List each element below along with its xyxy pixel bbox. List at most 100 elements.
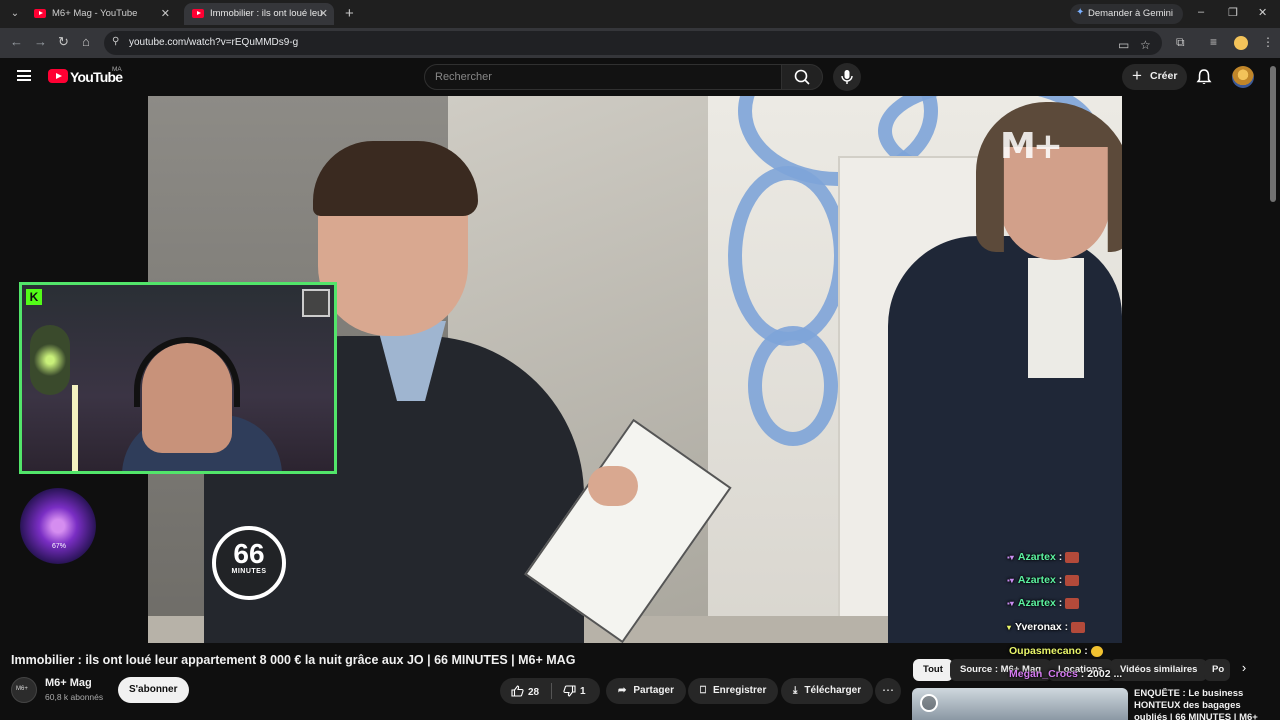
66-minutes-mini-badge-icon — [920, 694, 938, 712]
search-button[interactable] — [781, 64, 823, 90]
browser-menu-icon[interactable]: ⋮ — [1262, 35, 1274, 49]
tab-label: M6+ Mag - YouTube — [52, 8, 138, 19]
kick-logo-icon: K — [26, 289, 42, 305]
chat-message: ▪▾ Azartex : — [1007, 597, 1080, 609]
webcam-plant — [30, 325, 70, 395]
subscribe-button[interactable]: S'abonner — [118, 677, 189, 703]
forward-icon[interactable]: → — [34, 34, 47, 49]
search-input[interactable]: Rechercher — [424, 64, 782, 90]
search-placeholder: Rechercher — [435, 71, 492, 83]
badge-label: MINUTES — [231, 568, 267, 575]
webcam-poster — [302, 289, 330, 317]
video-person-left-hair — [313, 141, 478, 216]
chevron-right-icon[interactable]: › — [1234, 660, 1254, 680]
profile-avatar[interactable] — [1234, 36, 1248, 50]
browser-tab-m6-mag[interactable]: M6+ Mag - YouTube ✕ — [26, 3, 176, 25]
chat-user: Azartex — [1017, 574, 1056, 586]
reading-list-icon[interactable]: ≡ — [1210, 35, 1217, 49]
search-icon — [794, 69, 810, 85]
share-label: Partager — [633, 685, 674, 696]
url-text[interactable]: youtube.com/watch?v=rEQuMMDs9-g — [129, 37, 298, 48]
badge-number: 66 — [233, 538, 265, 569]
menu-icon[interactable] — [17, 70, 31, 81]
chat-user: Oupasmecano — [1009, 645, 1082, 657]
chip-all[interactable]: Tout — [913, 659, 953, 681]
chat-badge-icon: ▪▾ — [1007, 553, 1014, 562]
emote-icon — [1065, 551, 1080, 563]
download-button[interactable]: ⤓ Télécharger — [781, 678, 874, 704]
chat-text: : — [1084, 645, 1088, 657]
more-actions-button[interactable]: ⋯ — [875, 678, 901, 704]
thumbs-up-icon — [511, 685, 524, 697]
tab-label: Immobilier : ils ont loué leur apparteme… — [210, 8, 322, 19]
laughing-emoji-icon — [1090, 645, 1103, 657]
browser-tab-strip: ⌄ M6+ Mag - YouTube ✕ Immobilier : ils o… — [0, 0, 1280, 28]
new-tab-button[interactable]: + — [345, 5, 354, 22]
channel-name[interactable]: M6+ Mag — [45, 677, 92, 689]
reload-icon[interactable]: ↻ — [58, 34, 69, 50]
recommended-video-thumbnail[interactable] — [912, 688, 1128, 720]
chat-text: : — [1058, 574, 1063, 586]
66-minutes-badge: 66 MINUTES — [212, 526, 286, 600]
chat-user: Azartex — [1017, 597, 1056, 609]
save-button[interactable]: ⎕ Enregistrer — [688, 678, 779, 704]
extensions-icon[interactable]: ⧉ — [1176, 35, 1185, 50]
close-window-button[interactable]: ✕ — [1258, 6, 1267, 19]
chat-text: : — [1058, 551, 1063, 563]
thumbs-down-icon — [563, 685, 576, 697]
page-scrollbar[interactable] — [1270, 66, 1276, 202]
chat-message: Oupasmecano : — [1009, 645, 1103, 657]
close-tab-icon[interactable]: ✕ — [161, 7, 170, 20]
tab-search-icon[interactable]: ⌄ — [6, 5, 24, 23]
youtube-logo-icon[interactable] — [48, 69, 68, 83]
like-divider — [551, 683, 552, 699]
video-person-right-shirt — [1028, 258, 1084, 378]
back-icon[interactable]: ← — [10, 34, 23, 49]
notifications-bell-icon[interactable] — [1196, 68, 1212, 86]
cast-icon[interactable]: ▭ — [1118, 38, 1129, 52]
chat-user: Azartex — [1017, 551, 1056, 563]
site-info-icon[interactable]: ⚲ — [112, 36, 119, 47]
bookmark-star-icon[interactable]: ☆ — [1140, 38, 1151, 52]
emote-icon — [1071, 621, 1086, 633]
headset-icon — [134, 337, 240, 407]
wall-mural-snake — [728, 166, 848, 346]
wall-mural-snake — [748, 326, 838, 446]
like-button[interactable]: 28 — [511, 685, 539, 698]
gem-percent: 67% — [52, 543, 67, 550]
video-title: Immobilier : ils ont loué leur apparteme… — [11, 653, 576, 667]
maximize-button[interactable]: ❐ — [1228, 6, 1238, 19]
chat-text: : 2002 ... — [1080, 668, 1123, 680]
account-avatar[interactable] — [1232, 66, 1254, 88]
browser-toolbar: ← → ↻ ⌂ ⚲ youtube.com/watch?v=rEQuMMDs9-… — [0, 28, 1280, 58]
share-arrow-icon: ➦ — [618, 685, 627, 696]
chip-more[interactable]: Po — [1204, 659, 1230, 681]
subscriber-count: 60,8 k abonnés — [45, 692, 104, 702]
share-button[interactable]: ➦ Partager — [606, 678, 686, 704]
chat-message: ▾ Yveronax : — [1007, 621, 1086, 633]
like-count: 28 — [528, 687, 540, 698]
save-label: Enregistrer — [713, 685, 767, 696]
youtube-header: YouTube MA Rechercher + Créer — [0, 58, 1280, 96]
home-icon[interactable]: ⌂ — [82, 34, 90, 49]
create-button[interactable]: + Créer — [1122, 64, 1188, 90]
chip-similar-videos[interactable]: Vidéos similaires — [1110, 659, 1208, 681]
bookmark-icon: ⎕ — [700, 685, 706, 696]
video-hand — [588, 466, 638, 506]
minimize-button[interactable]: – — [1198, 6, 1204, 18]
channel-avatar[interactable] — [11, 677, 37, 703]
ask-gemini-button[interactable]: Demander à Gemini — [1070, 4, 1184, 24]
dislike-count: 1 — [580, 686, 586, 697]
close-tab-icon[interactable]: ✕ — [319, 7, 328, 20]
chat-badge-icon: ▾ — [1007, 623, 1012, 632]
chat-badge-icon: ▪▾ — [1007, 599, 1014, 608]
recommended-video-title[interactable]: ENQUÊTE : Le business HONTEUX des bagage… — [1134, 688, 1264, 720]
dislike-button[interactable]: 1 — [563, 685, 586, 697]
chat-user: Yveronax — [1015, 621, 1062, 633]
chat-message: Megan_Crocs : 2002 ... — [1009, 668, 1122, 680]
address-bar[interactable]: ⚲ youtube.com/watch?v=rEQuMMDs9-g ▭ ☆ — [104, 31, 1162, 55]
voice-search-button[interactable] — [833, 63, 861, 91]
chat-badge-icon: ▪▾ — [1007, 576, 1014, 585]
browser-tab-immobilier[interactable]: Immobilier : ils ont loué leur apparteme… — [184, 3, 334, 25]
chat-message: ▪▾ Azartex : — [1007, 551, 1080, 563]
